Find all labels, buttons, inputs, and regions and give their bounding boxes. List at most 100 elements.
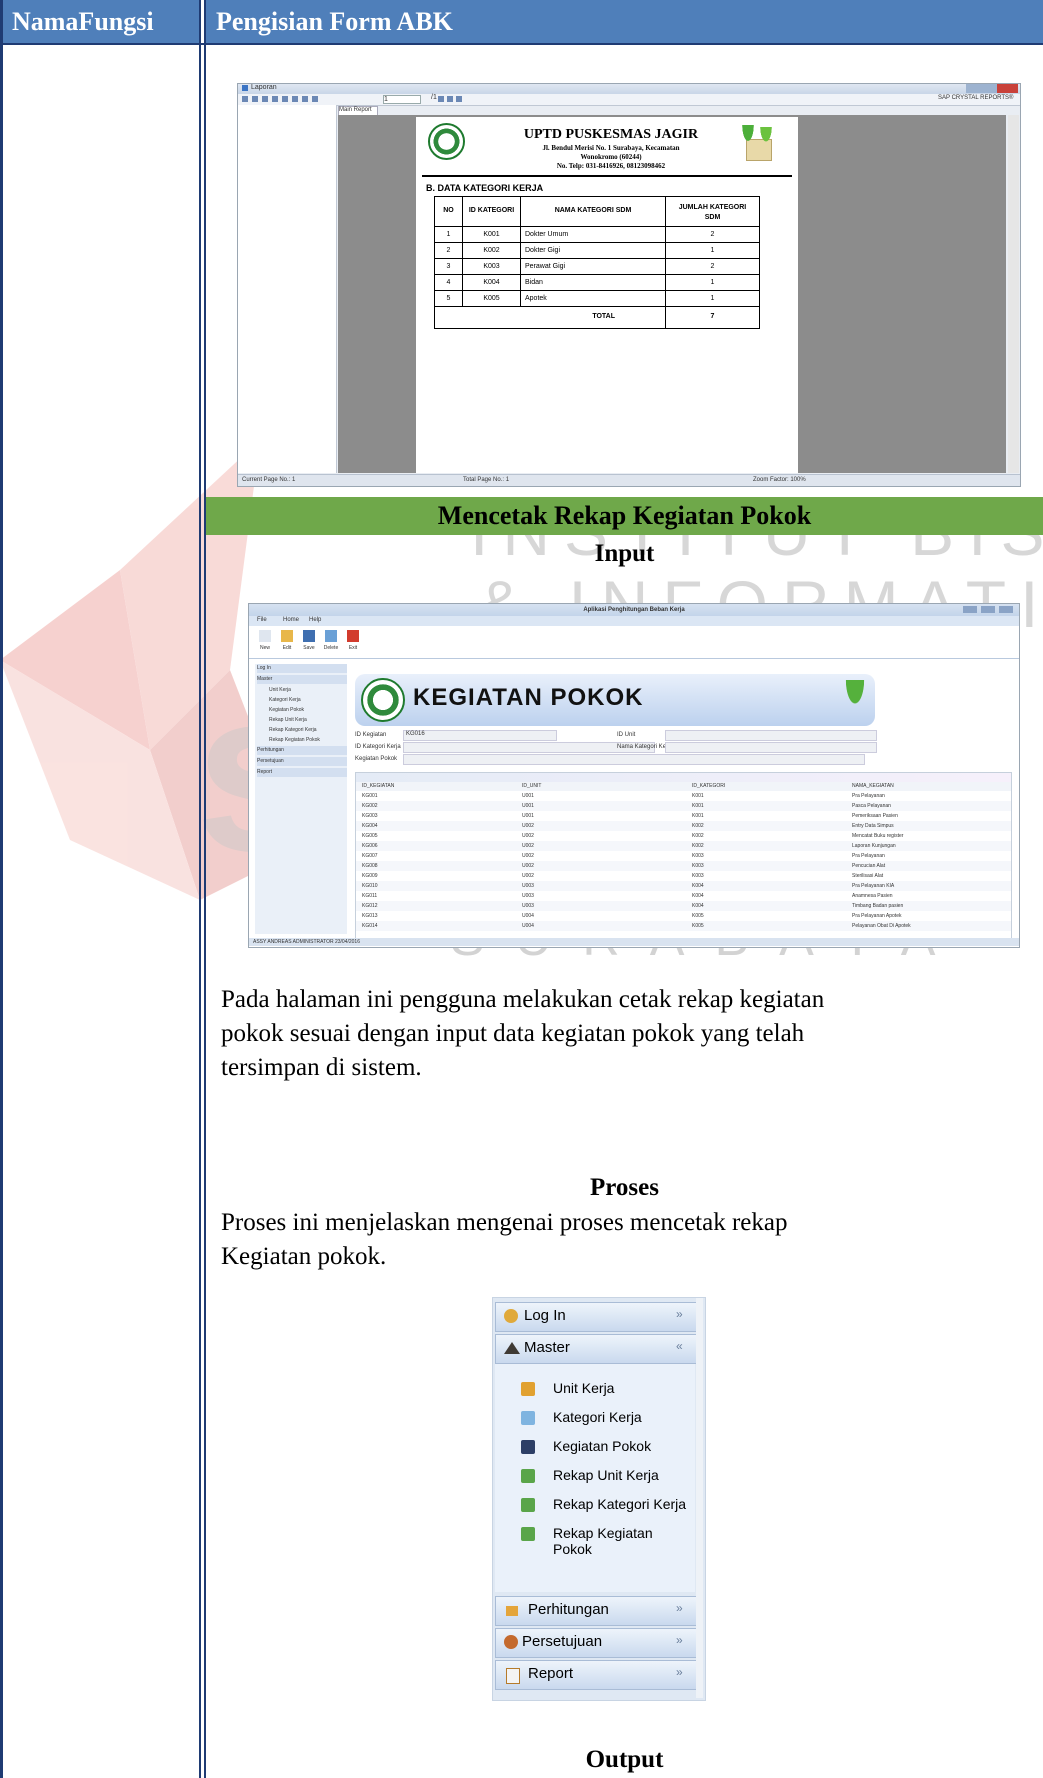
grid-column-header[interactable]: ID_UNIT bbox=[522, 783, 541, 789]
grid-row[interactable]: KG003 U001 K001 Pemeriksaan Pasien bbox=[356, 811, 1011, 821]
report-scrollbar[interactable] bbox=[1008, 115, 1019, 473]
ribbon-button-save[interactable]: Save bbox=[299, 628, 319, 656]
report-statusbar: Current Page No.: 1 Total Page No.: 1 Zo… bbox=[238, 474, 1020, 486]
grid-row[interactable]: KG011 U003 K004 Anamnesa Pasien bbox=[356, 891, 1011, 901]
menu-group-login[interactable]: Log In » bbox=[495, 1302, 697, 1332]
kategori-row: 2 K002 Dokter Gigi 1 bbox=[435, 243, 760, 259]
nav-item[interactable]: Unit Kerja bbox=[269, 686, 347, 695]
window-controls[interactable] bbox=[966, 84, 1018, 93]
ribbon-icon bbox=[281, 630, 293, 642]
ribbon-button-edit[interactable]: Edit bbox=[277, 628, 297, 656]
report-page: UPTD PUSKESMAS JAGIR Jl. Bendul Merisi N… bbox=[416, 117, 798, 473]
grid-cell: U003 bbox=[522, 883, 534, 889]
status-current-page: Current Page No.: 1 bbox=[242, 477, 296, 483]
nav-item[interactable]: Rekap Kategori Kerja bbox=[269, 726, 347, 735]
header-form-title: Pengisian Form ABK bbox=[206, 0, 1043, 43]
grid-row[interactable]: KG014 U004 K005 Pelayanan Obat Di Apotek bbox=[356, 921, 1011, 931]
grid-row[interactable]: KG007 U002 K003 Pra Pelayanan bbox=[356, 851, 1011, 861]
grid-column-header[interactable]: ID_KATEGORI bbox=[692, 783, 725, 789]
nav-group[interactable]: Report bbox=[257, 768, 347, 777]
menu-item-icon bbox=[521, 1469, 535, 1483]
nav-group[interactable]: Perhitungan bbox=[257, 746, 347, 755]
nav-item[interactable]: Rekap Kegiatan Pokok bbox=[269, 736, 347, 745]
ribbon-button-exit[interactable]: Exit bbox=[343, 628, 363, 656]
grid-cell: K001 bbox=[692, 813, 704, 819]
toolbar-icons[interactable] bbox=[242, 96, 320, 102]
menu-group-master[interactable]: Master « bbox=[495, 1334, 697, 1364]
label-id-kegiatan: ID Kegiatan bbox=[355, 732, 387, 738]
nav-group[interactable]: Log In bbox=[257, 664, 347, 673]
grid-cell: Pra Pelayanan Apotek bbox=[852, 913, 902, 919]
grid-cell: U004 bbox=[522, 923, 534, 929]
grid-row[interactable]: KG005 U002 K002 Mencatat Buku register bbox=[356, 831, 1011, 841]
grid-cell: K004 bbox=[692, 883, 704, 889]
section-title: Mencetak Rekap Kegiatan Pokok bbox=[437, 501, 812, 530]
menu-item-icon bbox=[521, 1527, 535, 1541]
app-screenshot: Aplikasi Penghitungan Beban Kerja File H… bbox=[248, 603, 1020, 948]
grid-row[interactable]: KG001 U001 K001 Pra Pelayanan bbox=[356, 791, 1011, 801]
grid-column-header[interactable]: NAMA_KEGIATAN bbox=[852, 783, 894, 789]
input-id-unit[interactable] bbox=[665, 730, 877, 741]
grid-row[interactable]: KG004 U002 K002 Entry Data Simpus bbox=[356, 821, 1011, 831]
grid-row[interactable]: KG013 U004 K005 Pra Pelayanan Apotek bbox=[356, 911, 1011, 921]
nav-group[interactable]: Master bbox=[257, 675, 347, 684]
grid-row[interactable]: KG002 U001 K001 Pasca Pelayanan bbox=[356, 801, 1011, 811]
menu-item[interactable]: Rekap Kategori Kerja bbox=[495, 1494, 695, 1520]
grid-body: KG001 U001 K001 Pra Pelayanan KG002 U001 K001 P… bbox=[356, 791, 1011, 937]
tab-file[interactable]: File bbox=[257, 617, 267, 623]
kategori-rows: 1 K001 Dokter Umum 2 2 K002 Dokter Gigi 1 3 K003 P… bbox=[435, 227, 760, 307]
label-kegiatan-pokok: Kegiatan Pokok bbox=[355, 756, 398, 762]
menu-item[interactable]: Kategori Kerja bbox=[495, 1407, 695, 1433]
kategori-row: 3 K003 Perawat Gigi 2 bbox=[435, 259, 760, 275]
kegiatan-banner: KEGIATAN POKOK bbox=[355, 674, 875, 726]
menu-item[interactable]: Rekap Unit Kerja bbox=[495, 1465, 695, 1491]
tab-help[interactable]: Help bbox=[309, 617, 321, 623]
chevron-up-icon: « bbox=[676, 1339, 683, 1353]
grid-row[interactable]: KG006 U002 K002 Laporan Kunjungan bbox=[356, 841, 1011, 851]
house-palm-icon bbox=[738, 125, 776, 163]
menu-scrollbar[interactable] bbox=[696, 1298, 703, 1698]
input-id-kegiatan[interactable]: KG016 bbox=[403, 730, 557, 741]
nav-item[interactable]: Kegiatan Pokok bbox=[269, 706, 347, 715]
chevron-down-icon: » bbox=[676, 1307, 683, 1321]
grid-header: ID_KEGIATAN ID_UNIT ID_KATEGORI NAMA_KEGIAT… bbox=[356, 782, 1011, 791]
ribbon-button-delete[interactable]: Delete bbox=[321, 628, 341, 656]
nav-item[interactable]: Rekap Unit Kerja bbox=[269, 716, 347, 725]
header-namafungsi: NamaFungsi bbox=[0, 0, 199, 43]
group-tree-panel bbox=[238, 105, 337, 473]
kegiatan-form: ID Kegiatan KG016 ID Kategori Kerja Kegi… bbox=[355, 730, 877, 770]
menu-group-persetujuan[interactable]: Persetujuan » bbox=[495, 1628, 697, 1658]
grid-cell: KG012 bbox=[362, 903, 378, 909]
menu-group-report[interactable]: Report » bbox=[495, 1660, 697, 1690]
nav-item[interactable]: Kategori Kerja bbox=[269, 696, 347, 705]
menu-group-perhitungan[interactable]: Perhitungan » bbox=[495, 1596, 697, 1626]
report-org-name: UPTD PUSKESMAS JAGIR bbox=[523, 127, 699, 142]
grid-row[interactable]: KG010 U003 K004 Pra Pelayanan KIA bbox=[356, 881, 1011, 891]
input-nama-kategori[interactable] bbox=[665, 742, 877, 753]
grid-cell: Pra Pelayanan bbox=[852, 853, 885, 859]
page-number-input[interactable]: 1 bbox=[383, 95, 421, 104]
kategori-table: NO ID KATEGORI NAMA KATEGORI SDM JUMLAH … bbox=[434, 196, 760, 329]
kategori-cell: 5 bbox=[435, 291, 463, 307]
kategori-row: 1 K001 Dokter Umum 2 bbox=[435, 227, 760, 243]
app-statusbar: ASSY ANDREAS ADMINISTRATOR 23/04/2016 bbox=[249, 938, 1019, 946]
menu-item[interactable]: Unit Kerja bbox=[495, 1378, 695, 1404]
grid-cell: KG009 bbox=[362, 873, 378, 879]
input-kegiatan-pokok[interactable] bbox=[403, 754, 865, 765]
puskesmas-logo-icon bbox=[428, 123, 465, 160]
nav-group[interactable]: Persetujuan bbox=[257, 757, 347, 766]
grid-row[interactable]: KG009 U002 K003 Sterilisasi Alat bbox=[356, 871, 1011, 881]
report-titlebar: Laporan bbox=[238, 84, 1020, 94]
tab-home[interactable]: Home bbox=[283, 617, 299, 623]
app-window-controls[interactable] bbox=[963, 606, 1015, 613]
ribbon-button-new[interactable]: New bbox=[255, 628, 275, 656]
menu-item[interactable]: Rekap Kegiatan Pokok bbox=[495, 1523, 695, 1557]
menu-item-icon bbox=[521, 1440, 535, 1454]
grid-row[interactable]: KG012 U003 K004 Timbang Badan pasien bbox=[356, 901, 1011, 911]
menu-item[interactable]: Kegiatan Pokok bbox=[495, 1436, 695, 1462]
grid-column-header[interactable]: ID_KEGIATAN bbox=[362, 783, 394, 789]
kategori-cell: 2 bbox=[435, 243, 463, 259]
grid-row[interactable]: KG008 U002 K003 Pencucian Alat bbox=[356, 861, 1011, 871]
search-zoom-icons[interactable] bbox=[438, 96, 462, 102]
label-id-unit: ID Unit bbox=[617, 732, 636, 738]
